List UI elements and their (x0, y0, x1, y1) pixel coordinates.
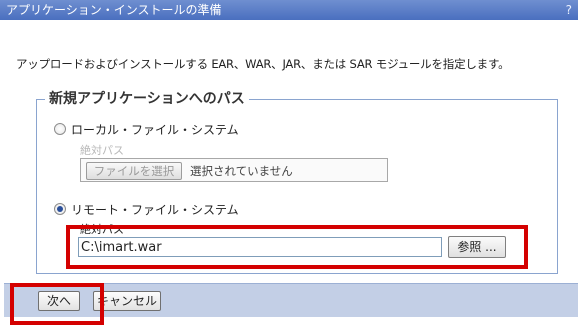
highlight-path-box (66, 225, 528, 269)
window-title-bar: アプリケーション・インストールの準備 ? (0, 0, 578, 20)
highlight-next-box (10, 283, 104, 325)
choose-file-button[interactable]: ファイルを選択 (86, 162, 182, 180)
file-status-text: 選択されていません (190, 164, 293, 178)
help-icon[interactable]: ? (566, 0, 572, 20)
intro-text: アップロードおよびインストールする EAR、WAR、JAR、または SAR モジ… (16, 57, 510, 71)
remote-filesystem-radio[interactable] (54, 203, 66, 215)
local-filesystem-label: ローカル・ファイル・システム (71, 123, 239, 137)
local-filesystem-radio[interactable] (54, 123, 66, 135)
local-path-label: 絶対パス (80, 144, 124, 157)
window-title: アプリケーション・インストールの準備 (6, 3, 222, 17)
path-section-legend: 新規アプリケーションへのパス (45, 88, 249, 108)
remote-filesystem-label: リモート・ファイル・システム (71, 203, 239, 217)
